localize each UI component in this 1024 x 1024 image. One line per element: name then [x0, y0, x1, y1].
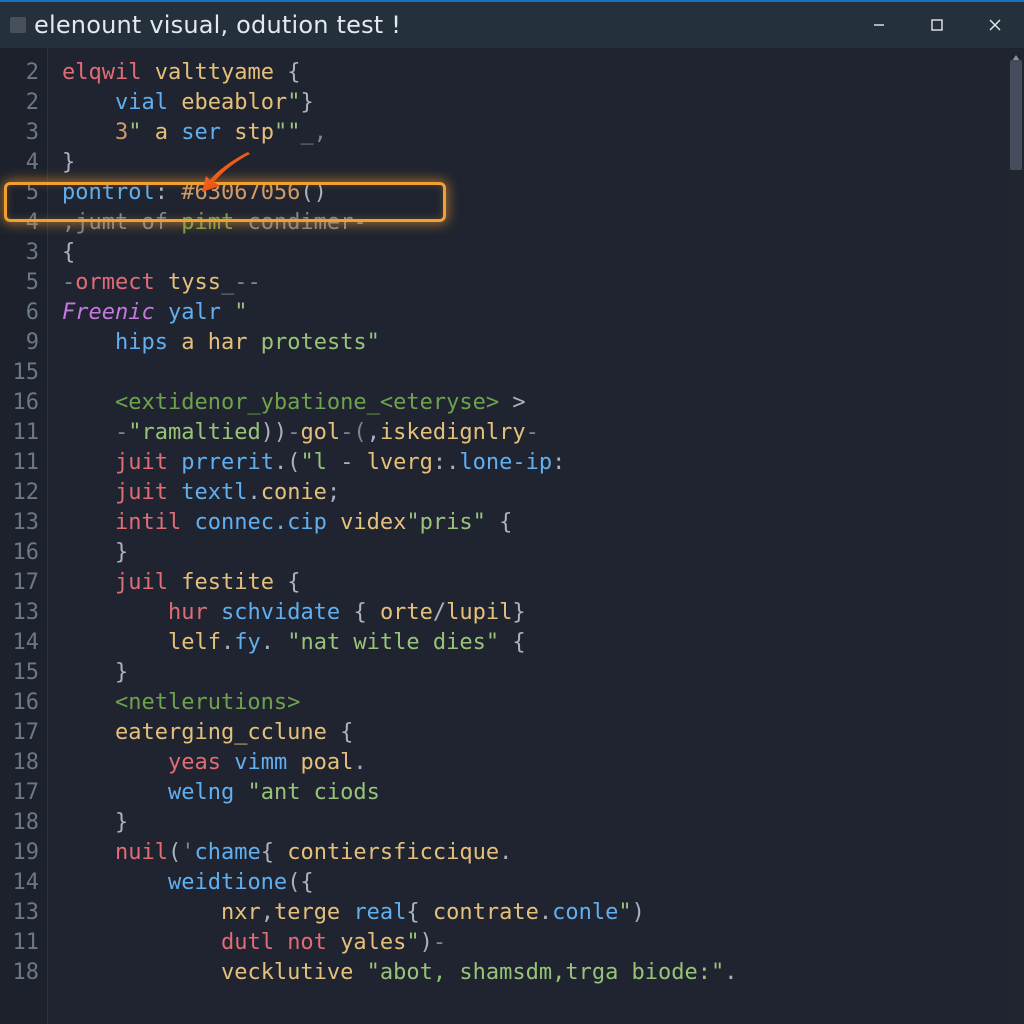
code-line[interactable]: Freenic yalr ": [62, 298, 1024, 328]
editor-window: elenount visual, odution test ! 22345435…: [0, 0, 1024, 1024]
line-number: 17: [0, 568, 39, 598]
code-line[interactable]: vial ebeablor"}: [62, 88, 1024, 118]
line-number: 14: [0, 628, 39, 658]
code-line[interactable]: }: [62, 538, 1024, 568]
code-line[interactable]: yeas vimm poal.: [62, 748, 1024, 778]
line-number: 18: [0, 808, 39, 838]
line-number: 17: [0, 718, 39, 748]
line-number: 13: [0, 508, 39, 538]
code-line[interactable]: eaterging_cclune {: [62, 718, 1024, 748]
line-number: 2: [0, 58, 39, 88]
line-number: 18: [0, 748, 39, 778]
window-title: elenount visual, odution test !: [34, 11, 850, 39]
app-icon: [10, 17, 26, 33]
code-line[interactable]: {: [62, 238, 1024, 268]
code-line[interactable]: elqwil valttyame {: [62, 58, 1024, 88]
line-number: 13: [0, 598, 39, 628]
scroll-thumb[interactable]: [1010, 60, 1022, 170]
titlebar[interactable]: elenount visual, odution test !: [0, 2, 1024, 48]
line-number: 19: [0, 838, 39, 868]
vertical-scrollbar[interactable]: [1008, 50, 1024, 1024]
close-icon: [988, 18, 1002, 32]
line-number: 5: [0, 178, 39, 208]
code-viewport[interactable]: elqwil valttyame { vial ebeablor"} 3" a …: [48, 48, 1024, 1024]
code-line[interactable]: welng "ant ciods: [62, 778, 1024, 808]
code-line[interactable]: vecklutive "abot, shamsdm,trga biode:".: [62, 958, 1024, 988]
code-line[interactable]: ,jumt of pimt condimer-: [62, 208, 1024, 238]
line-number: 11: [0, 448, 39, 478]
line-number: 16: [0, 538, 39, 568]
code-line[interactable]: weidtione({: [62, 868, 1024, 898]
code-line[interactable]: hur schvidate { orte/lupil}: [62, 598, 1024, 628]
code-line[interactable]: pontrol: #63067056(): [62, 178, 1024, 208]
code-line[interactable]: }: [62, 658, 1024, 688]
minimize-icon: [872, 18, 886, 32]
line-number: 16: [0, 388, 39, 418]
code-line[interactable]: -ormect tyss_--: [62, 268, 1024, 298]
line-number: 3: [0, 238, 39, 268]
code-line[interactable]: nuil('chame{ contiersficcique.: [62, 838, 1024, 868]
line-number: 11: [0, 418, 39, 448]
code-line[interactable]: <netlerutions>: [62, 688, 1024, 718]
code-line[interactable]: 3" a ser stp""_,: [62, 118, 1024, 148]
line-number: 18: [0, 958, 39, 988]
line-number: 4: [0, 208, 39, 238]
code-line[interactable]: dutl not yales")-: [62, 928, 1024, 958]
line-number: 4: [0, 148, 39, 178]
code-line[interactable]: juit textl.conie;: [62, 478, 1024, 508]
line-number: 2: [0, 88, 39, 118]
line-number: 15: [0, 358, 39, 388]
editor-area: 2234543569151611111213161713141516171817…: [0, 48, 1024, 1024]
line-number: 11: [0, 928, 39, 958]
code-line[interactable]: juit prrerit.("l - lverg:.lone-ip:: [62, 448, 1024, 478]
code-line[interactable]: lelf.fy. "nat witle dies" {: [62, 628, 1024, 658]
code-line[interactable]: nxr,terge real{ contrate.conle"): [62, 898, 1024, 928]
close-button[interactable]: [966, 2, 1024, 48]
line-number: 6: [0, 298, 39, 328]
window-controls: [850, 2, 1024, 48]
line-number: 17: [0, 778, 39, 808]
line-number: 3: [0, 118, 39, 148]
maximize-icon: [930, 18, 944, 32]
code-line[interactable]: }: [62, 808, 1024, 838]
line-number: 13: [0, 898, 39, 928]
code-line[interactable]: <extidenor_ybatione_<eteryse> >: [62, 388, 1024, 418]
line-number: 16: [0, 688, 39, 718]
line-number: 5: [0, 268, 39, 298]
code-line[interactable]: intil connec.cip videx"pris" {: [62, 508, 1024, 538]
line-number-gutter: 2234543569151611111213161713141516171817…: [0, 48, 48, 1024]
maximize-button[interactable]: [908, 2, 966, 48]
code-line[interactable]: [62, 358, 1024, 388]
line-number: 12: [0, 478, 39, 508]
line-number: 9: [0, 328, 39, 358]
code-line[interactable]: hips a har protests": [62, 328, 1024, 358]
minimize-button[interactable]: [850, 2, 908, 48]
line-number: 14: [0, 868, 39, 898]
line-number: 15: [0, 658, 39, 688]
code-line[interactable]: }: [62, 148, 1024, 178]
code-line[interactable]: juil festite {: [62, 568, 1024, 598]
code-line[interactable]: -"ramaltied))-gol-(,iskedignlry-: [62, 418, 1024, 448]
